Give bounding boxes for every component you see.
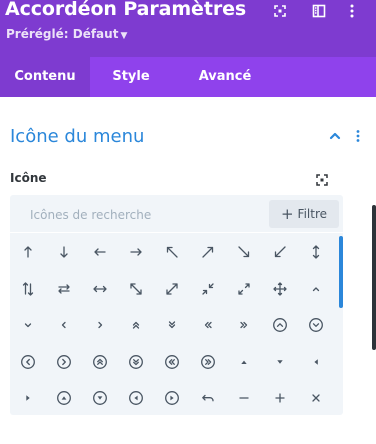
preset-selector[interactable]: Préréglé: Défaut ▼ [6,27,127,41]
circle-double-chevron-up-icon[interactable] [82,344,118,380]
arrows-left-right-icon[interactable] [46,271,82,307]
arrow-up-down-icon[interactable] [298,234,334,270]
icon-search-input[interactable] [30,205,260,225]
circle-chevron-right-icon[interactable] [46,344,82,380]
double-chevron-up-icon[interactable] [118,307,154,343]
arrow-expand-alt-icon[interactable] [226,271,262,307]
divider [10,232,343,233]
arrow-move-icon[interactable] [262,271,298,307]
triangle-left-icon[interactable] [298,344,334,380]
filter-label: Filtre [297,207,328,221]
arrow-left-right-icon[interactable] [82,271,118,307]
chevron-down-icon[interactable] [10,307,46,343]
minus-icon[interactable] [226,380,262,416]
circle-triangle-right-icon[interactable] [154,380,190,416]
arrows-up-down-icon[interactable] [10,271,46,307]
triangle-down-icon[interactable] [262,344,298,380]
section-title[interactable]: Icône du menu [10,126,144,147]
plus-icon[interactable] [262,380,298,416]
icon-field-label: Icône [10,171,47,185]
expand-field-icon[interactable] [314,172,330,188]
tab-content[interactable]: Contenu [0,57,90,97]
close-icon[interactable] [298,380,334,416]
arrow-down-right-diag-icon[interactable] [118,271,154,307]
arrow-down-left-icon[interactable] [262,234,298,270]
section-more-icon[interactable] [350,128,366,144]
modal-title: Accordéon Paramètres [5,0,247,20]
double-chevron-left-icon[interactable] [190,307,226,343]
arrow-left-icon[interactable] [82,234,118,270]
arrow-down-right-icon[interactable] [226,234,262,270]
circle-chevron-down-icon[interactable] [298,307,334,343]
circle-double-chevron-down-icon[interactable] [118,344,154,380]
chevron-up-icon[interactable] [327,128,343,144]
tab-style[interactable]: Style [90,57,172,97]
arrow-down-icon[interactable] [46,234,82,270]
chevron-up-icon[interactable] [298,271,334,307]
icon-picker: + Filtre [10,195,343,415]
double-chevron-right-icon[interactable] [226,307,262,343]
triangle-up-icon[interactable] [226,344,262,380]
arrow-compress-icon[interactable] [190,271,226,307]
undo-arrow-icon[interactable] [190,380,226,416]
chevron-right-icon[interactable] [82,307,118,343]
triangle-right-icon[interactable] [10,380,46,416]
circle-chevron-up-icon[interactable] [262,307,298,343]
circle-triangle-left-icon[interactable] [118,380,154,416]
arrow-up-left-icon[interactable] [154,234,190,270]
arrow-up-icon[interactable] [10,234,46,270]
circle-double-chevron-left-icon[interactable] [154,344,190,380]
picker-scrollbar[interactable] [339,236,343,308]
circle-triangle-down-icon[interactable] [82,380,118,416]
circle-double-chevron-right-icon[interactable] [190,344,226,380]
circle-chevron-left-icon[interactable] [10,344,46,380]
sidebar-layout-icon[interactable] [310,2,328,20]
double-chevron-down-icon[interactable] [154,307,190,343]
arrow-right-icon[interactable] [118,234,154,270]
caret-down-icon: ▼ [120,31,128,41]
arrow-expand-icon[interactable] [154,271,190,307]
arrow-up-right-icon[interactable] [190,234,226,270]
preset-label: Préréglé: Défaut [6,27,119,41]
settings-header: Accordéon Paramètres Préréglé: Défaut ▼ [0,0,376,57]
circle-triangle-up-icon[interactable] [46,380,82,416]
chevron-left-icon[interactable] [46,307,82,343]
expand-icon[interactable] [271,2,289,20]
plus-icon: + [280,204,294,223]
tab-bar: Contenu Style Avancé [0,57,376,97]
more-vertical-icon[interactable] [343,2,361,20]
panel-scrollbar[interactable] [372,205,376,350]
filter-button[interactable]: + Filtre [269,200,339,228]
tab-advanced[interactable]: Avancé [172,57,278,97]
